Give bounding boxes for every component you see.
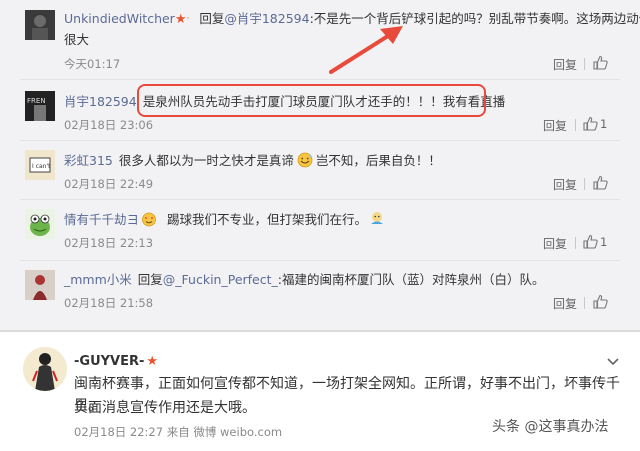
post-meta: 02月18日 22:27 来自 微博 weibo.com <box>74 425 283 439</box>
panel-divider <box>0 330 640 332</box>
annotation-arrow-icon <box>329 26 403 74</box>
like-icon[interactable] <box>583 234 598 249</box>
avatar[interactable] <box>25 270 55 300</box>
divider <box>20 79 620 80</box>
comment-body: 很多人都以为一时之快才是真谛 <box>118 153 294 168</box>
sweat-smile-emoji-icon <box>297 152 313 168</box>
mention-link[interactable]: @肖宇182594 <box>224 11 309 26</box>
like-icon[interactable] <box>593 294 608 309</box>
vip-star-icon: ★ <box>174 12 187 27</box>
like-icon[interactable] <box>593 175 608 190</box>
heart-eyes-emoji-icon <box>142 212 156 227</box>
post-author[interactable]: -GUYVER- ★ <box>74 354 158 369</box>
action-divider <box>584 58 585 70</box>
comment-time: 02月18日 23:06 <box>64 118 154 132</box>
avatar[interactable] <box>25 209 55 239</box>
avatar[interactable]: FREN <box>25 91 55 121</box>
comment-time: 02月18日 22:49 <box>64 177 154 191</box>
highlight-box <box>137 84 486 117</box>
watermark: 头条 @这事真办法 <box>492 419 609 435</box>
like-count: 1 <box>600 117 608 131</box>
avatar[interactable]: I can't <box>25 150 55 180</box>
reply-prefix: 回复 <box>199 11 225 26</box>
comment-text: 情有千千劫ヨ 踢球我们不专业，但打架我们在行。 <box>64 211 387 229</box>
divider <box>20 140 620 141</box>
comment-body-tail: 岂不知，后果自负！！ <box>315 153 441 168</box>
chevron-down-icon[interactable] <box>606 357 620 367</box>
divider <box>20 199 620 200</box>
action-divider <box>575 119 576 131</box>
comment-username[interactable]: 彩虹315 <box>64 153 113 168</box>
reply-prefix: 回复 <box>137 272 163 287</box>
reply-button[interactable]: 回复 <box>543 235 567 252</box>
like-icon[interactable] <box>583 116 598 131</box>
reply-button[interactable]: 回复 <box>553 295 577 312</box>
comment-username[interactable]: 肖宇182594 <box>64 94 137 109</box>
comment-body: :福建的闽南杯厦门队（蓝）对阵泉州（白）队。 <box>277 272 545 287</box>
comment-text: _mmm小米 回复@_Fuckin_Perfect_:福建的闽南杯厦门队（蓝）对阵… <box>64 271 545 289</box>
comment-username[interactable]: _mmm小米 <box>64 272 132 287</box>
comments-panel: UnkindiedWitcher★· 回复@肖宇182594:不是先一个背后铲球… <box>0 0 640 330</box>
comment-username[interactable]: UnkindiedWitcher <box>64 11 175 26</box>
action-divider <box>575 237 576 249</box>
mention-link[interactable]: @_Fuckin_Perfect_ <box>163 272 278 287</box>
shrug-emoji-icon <box>371 212 384 224</box>
reply-button[interactable]: 回复 <box>553 176 577 193</box>
vip-dot-icon: · <box>186 14 190 24</box>
avatar[interactable] <box>25 10 55 40</box>
action-divider <box>584 297 585 309</box>
action-divider <box>584 178 585 190</box>
svg-text:I can't: I can't <box>32 163 51 170</box>
divider <box>20 260 620 261</box>
reply-button[interactable]: 回复 <box>553 56 577 73</box>
svg-text:FREN: FREN <box>27 97 46 105</box>
like-icon[interactable] <box>593 55 608 70</box>
avatar[interactable] <box>23 347 67 391</box>
like-count: 1 <box>600 235 608 249</box>
comment-username[interactable]: 情有千千劫ヨ <box>64 212 139 227</box>
comment-time: 02月18日 21:58 <box>64 296 154 310</box>
comment-time: 02月18日 22:13 <box>64 236 154 250</box>
vip-star-icon: ★ <box>146 354 159 369</box>
post-author-name[interactable]: -GUYVER- <box>74 354 144 369</box>
comment-body: 踢球我们不专业，但打架我们在行。 <box>167 212 368 227</box>
comment-body-line2: 很大 <box>64 32 90 47</box>
reply-button[interactable]: 回复 <box>543 117 567 134</box>
comment-text: 彩虹315 很多人都以为一时之快才是真谛 岂不知，后果自负！！ <box>64 152 441 170</box>
comment-time: 今天01:17 <box>64 57 121 71</box>
